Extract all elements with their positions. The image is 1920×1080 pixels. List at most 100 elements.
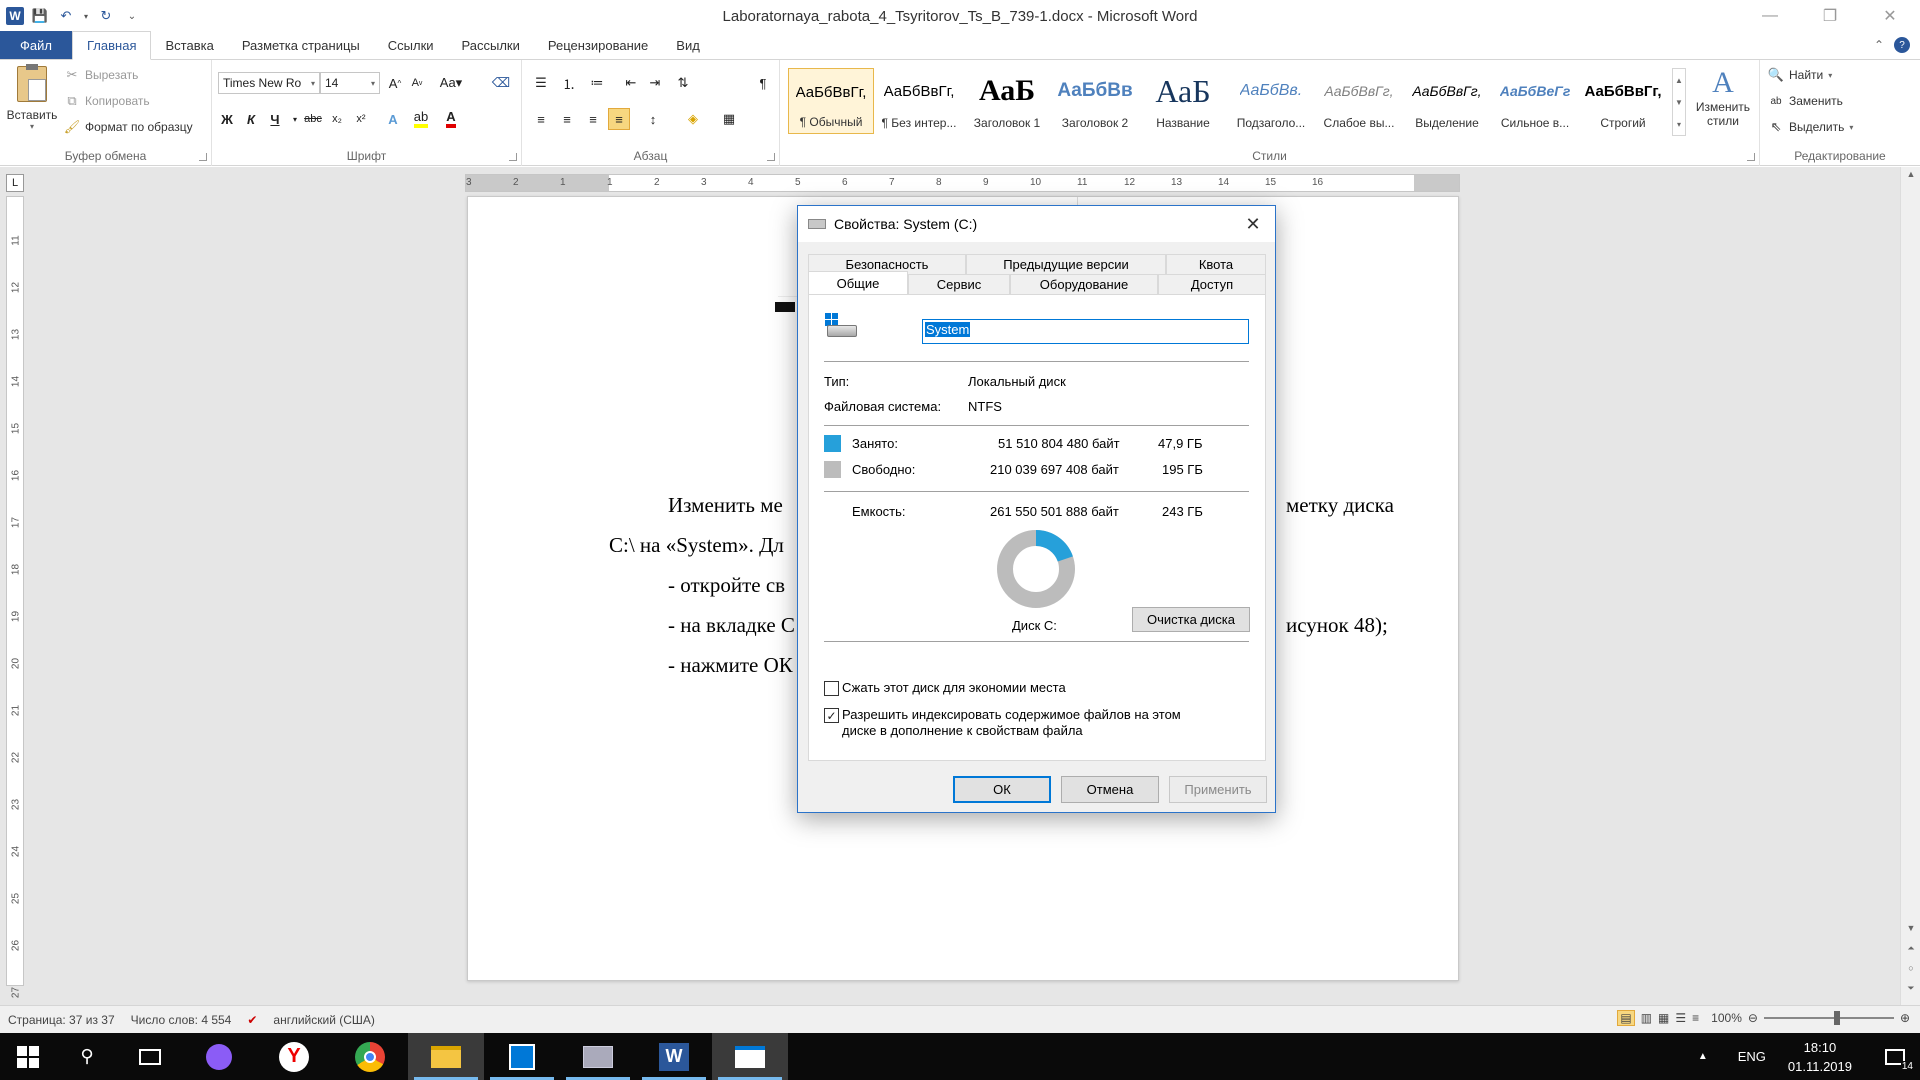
compress-checkbox[interactable] [824, 681, 839, 696]
tab-review[interactable]: Рецензирование [534, 31, 662, 59]
more-styles-icon[interactable]: ▾ [1677, 120, 1681, 129]
highlight-icon[interactable]: ab [410, 108, 432, 130]
disk-cleanup-button[interactable]: Очистка диска [1132, 607, 1250, 632]
next-page-icon[interactable]: ⏷ [1901, 983, 1920, 994]
paste-dropdown-icon[interactable]: ▾ [30, 122, 34, 131]
tab-file[interactable]: Файл [0, 31, 72, 59]
shrink-font-icon[interactable]: Av [406, 72, 428, 94]
action-center-icon[interactable]: 14 [1880, 1042, 1914, 1072]
select-button[interactable]: ⇖ Выделить ▾ [1768, 116, 1854, 138]
yandex-browser-icon[interactable]: Y [256, 1033, 332, 1080]
scroll-up-arrow-icon[interactable]: ▲ [1901, 169, 1920, 179]
ok-button[interactable]: ОК [953, 776, 1051, 803]
apply-button[interactable]: Применить [1169, 776, 1267, 803]
scroll-down-arrow-icon[interactable]: ▼ [1901, 923, 1920, 933]
minimize-icon[interactable]: — [1740, 0, 1800, 32]
drive-label-input[interactable]: System [922, 319, 1249, 344]
align-right-icon[interactable]: ≡ [582, 108, 604, 130]
restore-icon[interactable]: ❐ [1800, 0, 1860, 32]
shading-icon[interactable]: ◈ [682, 108, 704, 130]
scroll-thumb[interactable] [1905, 187, 1917, 887]
page-count[interactable]: Страница: 37 из 37 [0, 1013, 123, 1027]
paste-button[interactable]: Вставить ▾ [4, 64, 60, 131]
tab-quota[interactable]: Квота [1166, 254, 1266, 274]
tab-references[interactable]: Ссылки [374, 31, 448, 59]
keyboard-language[interactable]: ENG [1738, 1049, 1766, 1064]
style-subtitle[interactable]: АаБбВв. Подзаголо... [1228, 68, 1314, 134]
tab-page-layout[interactable]: Разметка страницы [228, 31, 374, 59]
zoom-level[interactable]: 100% [1711, 1011, 1742, 1025]
style-strong[interactable]: АаБбВвГг, Строгий [1580, 68, 1666, 134]
line-spacing-icon[interactable]: ↕ [642, 108, 664, 130]
clipboard-dialog-launcher[interactable] [199, 153, 207, 161]
draft-icon[interactable]: ≡ [1692, 1011, 1699, 1025]
redo-icon[interactable]: ↻ [96, 6, 116, 26]
minimize-ribbon-icon[interactable]: ⌃ [1874, 38, 1884, 52]
tab-mailings[interactable]: Рассылки [448, 31, 534, 59]
vertical-scrollbar[interactable]: ▲ ▼ ⏶ ○ ⏷ [1900, 167, 1920, 1005]
zoom-slider[interactable] [1763, 1011, 1894, 1025]
decrease-indent-icon[interactable]: ⇤ [620, 72, 642, 94]
align-left-icon[interactable]: ≡ [530, 108, 552, 130]
style-title[interactable]: АаБ Название [1140, 68, 1226, 134]
alice-assistant-icon[interactable] [182, 1033, 256, 1080]
close-icon[interactable]: ✕ [1243, 214, 1263, 235]
styles-scroll[interactable]: ▲ ▼ ▾ [1672, 68, 1686, 136]
tab-general[interactable]: Общие [808, 271, 908, 294]
increase-indent-icon[interactable]: ⇥ [644, 72, 666, 94]
style-emphasis[interactable]: АаБбВвГг, Выделение [1404, 68, 1490, 134]
replace-button[interactable]: ab Заменить [1768, 90, 1843, 112]
cancel-button[interactable]: Отмена [1061, 776, 1159, 803]
style-heading-2[interactable]: АаБбВв Заголовок 2 [1052, 68, 1138, 134]
tab-home[interactable]: Главная [72, 31, 152, 60]
clock[interactable]: 18:10 01.11.2019 [1788, 1038, 1852, 1076]
file-explorer-icon[interactable] [408, 1033, 484, 1080]
justify-icon[interactable]: ≡ [608, 108, 630, 130]
numbering-icon[interactable]: ⒈ [558, 72, 580, 94]
properties-window-icon[interactable] [712, 1033, 788, 1080]
undo-icon[interactable]: ↶ [56, 6, 76, 26]
prev-page-icon[interactable]: ⏶ [1901, 943, 1920, 954]
bullets-icon[interactable]: ☰ [530, 72, 552, 94]
text-effects-icon[interactable]: A [382, 108, 404, 130]
scroll-down-icon[interactable]: ▼ [1675, 98, 1683, 107]
underline-icon[interactable]: Ч [264, 108, 286, 130]
style-subtle-emphasis[interactable]: АаБбВвГг, Слабое вы... [1316, 68, 1402, 134]
style-intense-emphasis[interactable]: АаБбВеГг Сильное в... [1492, 68, 1578, 134]
scroll-up-icon[interactable]: ▲ [1675, 76, 1683, 85]
chrome-icon[interactable] [332, 1033, 408, 1080]
font-family-select[interactable]: Times New Ro ▾ [218, 72, 320, 94]
align-center-icon[interactable]: ≡ [556, 108, 578, 130]
zoom-out-icon[interactable]: ⊖ [1748, 1011, 1758, 1025]
tab-view[interactable]: Вид [662, 31, 714, 59]
web-layout-icon[interactable]: ▦ [1658, 1011, 1669, 1025]
browse-object-icon[interactable]: ○ [1901, 963, 1920, 973]
vertical-ruler[interactable]: 11 12 13 14 15 16 17 18 19 20 21 22 23 24 25 26 27 [6, 196, 24, 998]
word-count[interactable]: Число слов: 4 554 [123, 1013, 240, 1027]
style-no-spacing[interactable]: АаБбВвГг, ¶ Без интер... [876, 68, 962, 134]
font-size-select[interactable]: 14 ▾ [320, 72, 380, 94]
multilevel-list-icon[interactable]: ≔ [586, 72, 608, 94]
print-layout-icon[interactable]: ▤ [1617, 1010, 1635, 1026]
paragraph-dialog-launcher[interactable] [767, 153, 775, 161]
strikethrough-icon[interactable]: abc [302, 108, 324, 130]
start-windows-icon[interactable] [0, 1033, 56, 1080]
style-normal[interactable]: АаБбВвГг, ¶ Обычный [788, 68, 874, 134]
tab-hardware[interactable]: Оборудование [1010, 274, 1158, 294]
dropdown-arrow-icon[interactable]: ▾ [82, 6, 90, 26]
grow-font-icon[interactable]: A ^ [384, 72, 406, 94]
change-styles-button[interactable]: A Изменить стили [1692, 66, 1754, 128]
proofing-icon[interactable]: ✔ [239, 1013, 265, 1027]
full-screen-reading-icon[interactable]: ▥ [1641, 1011, 1652, 1025]
superscript-icon[interactable]: x² [350, 108, 372, 130]
font-color-icon[interactable]: A [440, 108, 462, 130]
style-heading-1[interactable]: АаБ Заголовок 1 [964, 68, 1050, 134]
outline-icon[interactable]: ☰ [1675, 1011, 1686, 1025]
zoom-in-icon[interactable]: ⊕ [1900, 1011, 1910, 1025]
dialog-title-bar[interactable]: Свойства: System (C:) [798, 206, 1275, 242]
show-marks-icon[interactable]: ¶ [752, 72, 774, 94]
change-case-icon[interactable]: Aa▾ [436, 72, 466, 94]
clear-formatting-icon[interactable]: ⌫ [490, 72, 512, 94]
word-logo-icon[interactable]: W [6, 7, 24, 25]
horizontal-ruler[interactable]: 3 2 1 1 2 3 4 5 6 7 8 9 10 11 12 13 14 15 16 [465, 174, 1460, 192]
